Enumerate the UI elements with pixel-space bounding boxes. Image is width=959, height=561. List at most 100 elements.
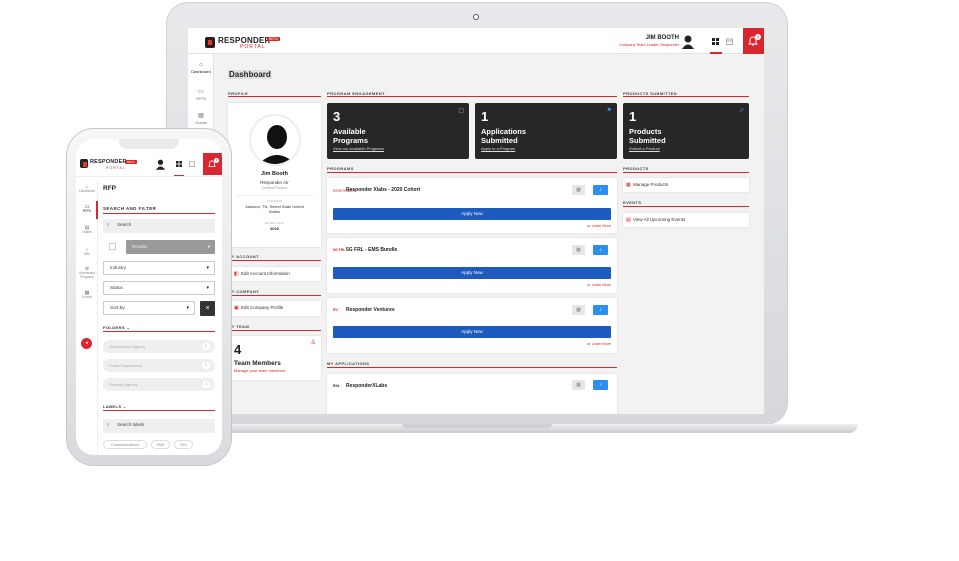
folders-section-title: FOLDERS ⌄ <box>103 325 130 330</box>
sidebar-item-label: Dashboard <box>191 69 211 74</box>
phone-sidebar: ⌂ Dashboard ▭ RFPs ▤ Grants ♁ SBIr ⊕ Accelera… <box>76 181 98 455</box>
team-card[interactable]: 4 Team Members Manage your team members … <box>228 336 321 380</box>
section-divider <box>103 331 215 332</box>
application-logo: RXL <box>333 384 340 388</box>
calendar-icon[interactable] <box>189 161 195 167</box>
sidebar-item-label: SBIr <box>83 252 91 256</box>
top-header: RESPONDER BETA PORTAL JIM BOOTH Company … <box>188 28 764 54</box>
user-name[interactable]: JIM BOOTH <box>559 35 679 41</box>
page-title: RFP <box>103 185 116 192</box>
grid-view-icon[interactable] <box>712 38 719 45</box>
apply-now-button[interactable]: Apply Now <box>333 208 611 220</box>
products-submitted-label: Products Submitted <box>629 127 666 145</box>
sidebar-item-events[interactable]: ▦ Events <box>76 291 98 300</box>
notification-count: 3 <box>755 34 761 40</box>
learn-more-link[interactable]: or Learn More <box>587 342 611 346</box>
view-events-link[interactable]: ▤ View All Upcoming Events <box>623 213 749 227</box>
section-divider <box>228 96 321 97</box>
search-labels-input[interactable]: ⌕ Search labels <box>103 419 215 433</box>
label-chip[interactable]: Communications <box>103 440 147 449</box>
notifications-button[interactable]: 3 <box>743 28 764 54</box>
sidebar-item-label: Accelerator Programs <box>78 271 96 279</box>
external-link-icon: ⇗ <box>738 108 744 114</box>
rfp-screen: RESPONDER BETA PORTAL 3 ⌂ Dashboard ▭ RFPs… <box>76 139 222 455</box>
team-icon: ♙ <box>310 340 316 346</box>
follow-button[interactable]: ♪ <box>593 305 608 315</box>
application-name: ResponderXLabs <box>346 383 388 389</box>
sidebar-item-rfps[interactable]: ▭ RFPs <box>188 88 214 101</box>
sidebar-item-label: RFPs <box>83 209 91 213</box>
select-all-checkbox[interactable] <box>109 243 116 250</box>
submit-product-link[interactable]: Submit a Product <box>629 146 660 151</box>
phone-notch <box>119 139 179 149</box>
label-chip[interactable]: EMS <box>151 440 170 449</box>
sidebar-item-dashboard[interactable]: ⌂ Dashboard <box>188 62 214 74</box>
search-input[interactable]: ⌕ Search <box>103 219 215 233</box>
grid-view-icon[interactable] <box>176 161 182 167</box>
sidebar-item-sbir[interactable]: ♁ SBIr <box>76 248 98 257</box>
section-divider <box>228 295 321 296</box>
home-icon: ⌂ <box>199 62 203 68</box>
sidebar-item-dashboard[interactable]: ⌂ Dashboard <box>76 185 98 194</box>
add-to-calendar-button[interactable]: ▦ <box>572 305 585 315</box>
available-programs-count: 3 <box>333 109 341 124</box>
learn-more-link[interactable]: or Learn More <box>587 224 611 228</box>
view-select-value: Results <box>132 244 148 249</box>
sidebar-item-rfps[interactable]: ▭ RFPs <box>76 205 98 214</box>
active-indicator <box>96 201 98 219</box>
manage-products-link[interactable]: ▦ Manage Products <box>623 178 749 192</box>
notifications-button[interactable]: 3 <box>203 153 222 175</box>
chevron-down-icon: ⌄ <box>122 404 127 409</box>
products-submitted-card[interactable]: 1 Products Submitted Submit a Product ⇗ <box>623 103 749 159</box>
apply-now-button[interactable]: Apply Now <box>333 326 611 338</box>
edit-company-link[interactable]: ▣ Edit Company Profile <box>228 301 321 316</box>
calendar-icon[interactable] <box>726 38 733 45</box>
profile-card: Jim Booth Responder Air Content Position… <box>228 103 321 247</box>
add-to-calendar-button[interactable]: ▦ <box>572 185 585 195</box>
programs-section-title: PROGRAMS <box>327 166 354 171</box>
section-divider <box>228 260 321 261</box>
add-to-calendar-button[interactable]: ▦ <box>572 380 585 390</box>
follow-button[interactable]: ♪ <box>593 245 608 255</box>
team-link[interactable]: Manage your team members <box>234 368 285 373</box>
program-name: Responder Xlabs - 2020 Cohort <box>346 187 421 193</box>
sidebar-item-accelerator[interactable]: ⊕ Accelerator Programs <box>76 267 98 280</box>
search-icon: ⌕ <box>107 422 110 428</box>
folder-item[interactable]: Police Department 0 <box>103 359 215 372</box>
applications-submitted-card[interactable]: 1 Applications Submitted Apply to a Prog… <box>475 103 617 159</box>
edit-company-label: Edit Company Profile <box>241 305 284 310</box>
available-programs-card[interactable]: 3 Available Programs View our Available … <box>327 103 469 159</box>
folder-item[interactable]: Government Agency 0 <box>103 340 215 353</box>
section-divider <box>623 96 749 97</box>
inbox-icon: ▭ <box>198 89 204 95</box>
applications-count: 1 <box>481 109 489 124</box>
edit-account-link[interactable]: ◧ Edit Account Information <box>228 267 321 281</box>
building-icon: ▣ <box>234 305 239 311</box>
sidebar-item-grants[interactable]: ▤ Grants <box>76 226 98 235</box>
apply-program-link[interactable]: Apply to a Program <box>481 146 515 151</box>
search-filter-title: SEARCH AND FILTER <box>103 206 157 211</box>
team-count: 4 <box>234 342 242 357</box>
applications-label: Applications Submitted <box>481 127 527 145</box>
label-chip[interactable]: Fire <box>174 440 193 449</box>
camera-icon <box>473 14 479 20</box>
folder-item[interactable]: Security Agency 0 <box>103 378 215 391</box>
avatar-icon[interactable] <box>682 35 694 49</box>
sidebar-item-grants[interactable]: ▤ Grants <box>188 112 214 125</box>
view-programs-link[interactable]: View our Available Programs <box>333 146 384 151</box>
status-select[interactable]: Status ▾ <box>103 281 215 295</box>
profile-position: Content Position <box>261 186 288 190</box>
program-card: 5G FRL 5G FRL - EMS Bundle ▦ ♪ Apply Now… <box>327 238 617 293</box>
avatar-icon[interactable] <box>156 159 165 170</box>
apply-now-button[interactable]: Apply Now <box>333 267 611 279</box>
learn-more-link[interactable]: or Learn More <box>587 283 611 287</box>
follow-button[interactable]: ♪ <box>593 380 608 390</box>
view-select[interactable]: Results ▾ <box>126 240 215 254</box>
follow-button[interactable]: ♪ <box>593 185 608 195</box>
sort-value: Sort By <box>110 305 125 310</box>
add-to-calendar-button[interactable]: ▦ <box>572 245 585 255</box>
sort-select[interactable]: Sort By ▾ <box>103 301 195 315</box>
industry-select[interactable]: Industry ▾ <box>103 261 215 275</box>
collapse-sidebar-button[interactable]: ◂ <box>81 338 92 349</box>
clear-filters-button[interactable]: × <box>200 301 215 316</box>
